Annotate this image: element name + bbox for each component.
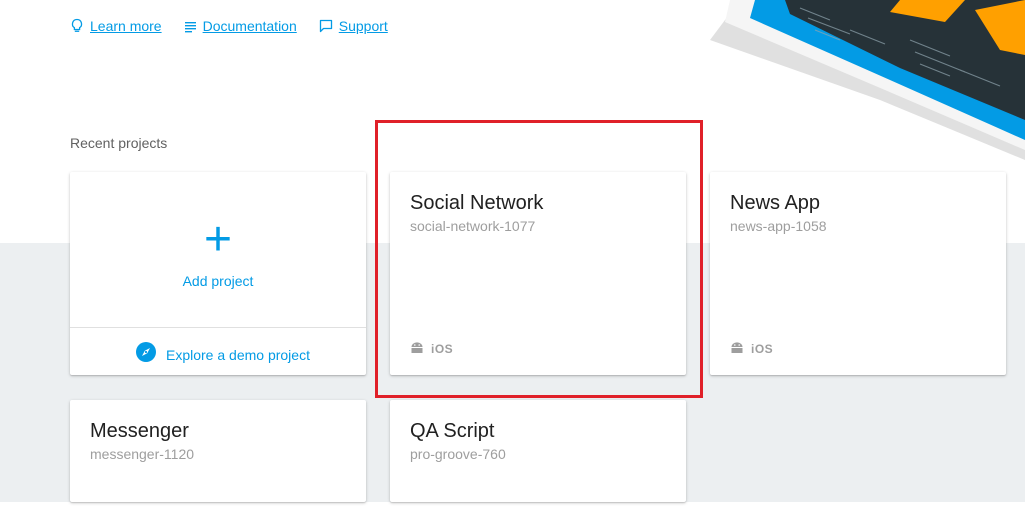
top-links: Learn more Documentation Support: [70, 18, 388, 34]
compass-icon: [136, 342, 156, 367]
android-icon: [410, 340, 424, 358]
project-card-social-network[interactable]: Social Network social-network-1077 iOS: [390, 172, 686, 375]
project-title: Messenger: [90, 420, 189, 442]
explore-demo-button[interactable]: Explore a demo project: [136, 342, 310, 367]
add-project-card[interactable]: + Add project Explore a demo project: [70, 172, 366, 375]
explore-demo-label[interactable]: Explore a demo project: [166, 347, 310, 363]
chat-bubble-icon: [319, 19, 333, 33]
project-id: news-app-1058: [730, 218, 827, 234]
support-link[interactable]: Support: [319, 18, 388, 34]
project-card-news-app[interactable]: News App news-app-1058 iOS: [710, 172, 1006, 375]
android-icon: [730, 340, 744, 358]
lightbulb-icon: [70, 18, 84, 34]
project-title: QA Script: [410, 420, 495, 442]
project-id: social-network-1077: [410, 218, 536, 234]
card-divider: [70, 327, 366, 328]
project-title: Social Network: [410, 192, 544, 214]
documentation-link[interactable]: Documentation: [184, 18, 297, 34]
learn-more-label[interactable]: Learn more: [90, 18, 162, 34]
learn-more-link[interactable]: Learn more: [70, 18, 162, 34]
platform-indicator: iOS: [410, 340, 453, 358]
bottom-strip: [0, 502, 1025, 530]
recent-projects-label: Recent projects: [70, 135, 168, 151]
project-card-qa-script[interactable]: QA Script pro-groove-760: [390, 400, 686, 502]
platform-label: iOS: [751, 342, 774, 356]
support-label[interactable]: Support: [339, 18, 388, 34]
platform-label: iOS: [431, 342, 454, 356]
platform-indicator: iOS: [730, 340, 773, 358]
add-project-plus-icon[interactable]: +: [70, 216, 366, 264]
documentation-label[interactable]: Documentation: [203, 18, 297, 34]
project-id: pro-groove-760: [410, 446, 506, 462]
add-project-button[interactable]: Add project: [70, 273, 366, 289]
project-card-messenger[interactable]: Messenger messenger-1120: [70, 400, 366, 502]
project-id: messenger-1120: [90, 446, 195, 462]
document-lines-icon: [184, 20, 197, 33]
hero-illustration: [700, 0, 1025, 175]
project-title: News App: [730, 192, 821, 214]
